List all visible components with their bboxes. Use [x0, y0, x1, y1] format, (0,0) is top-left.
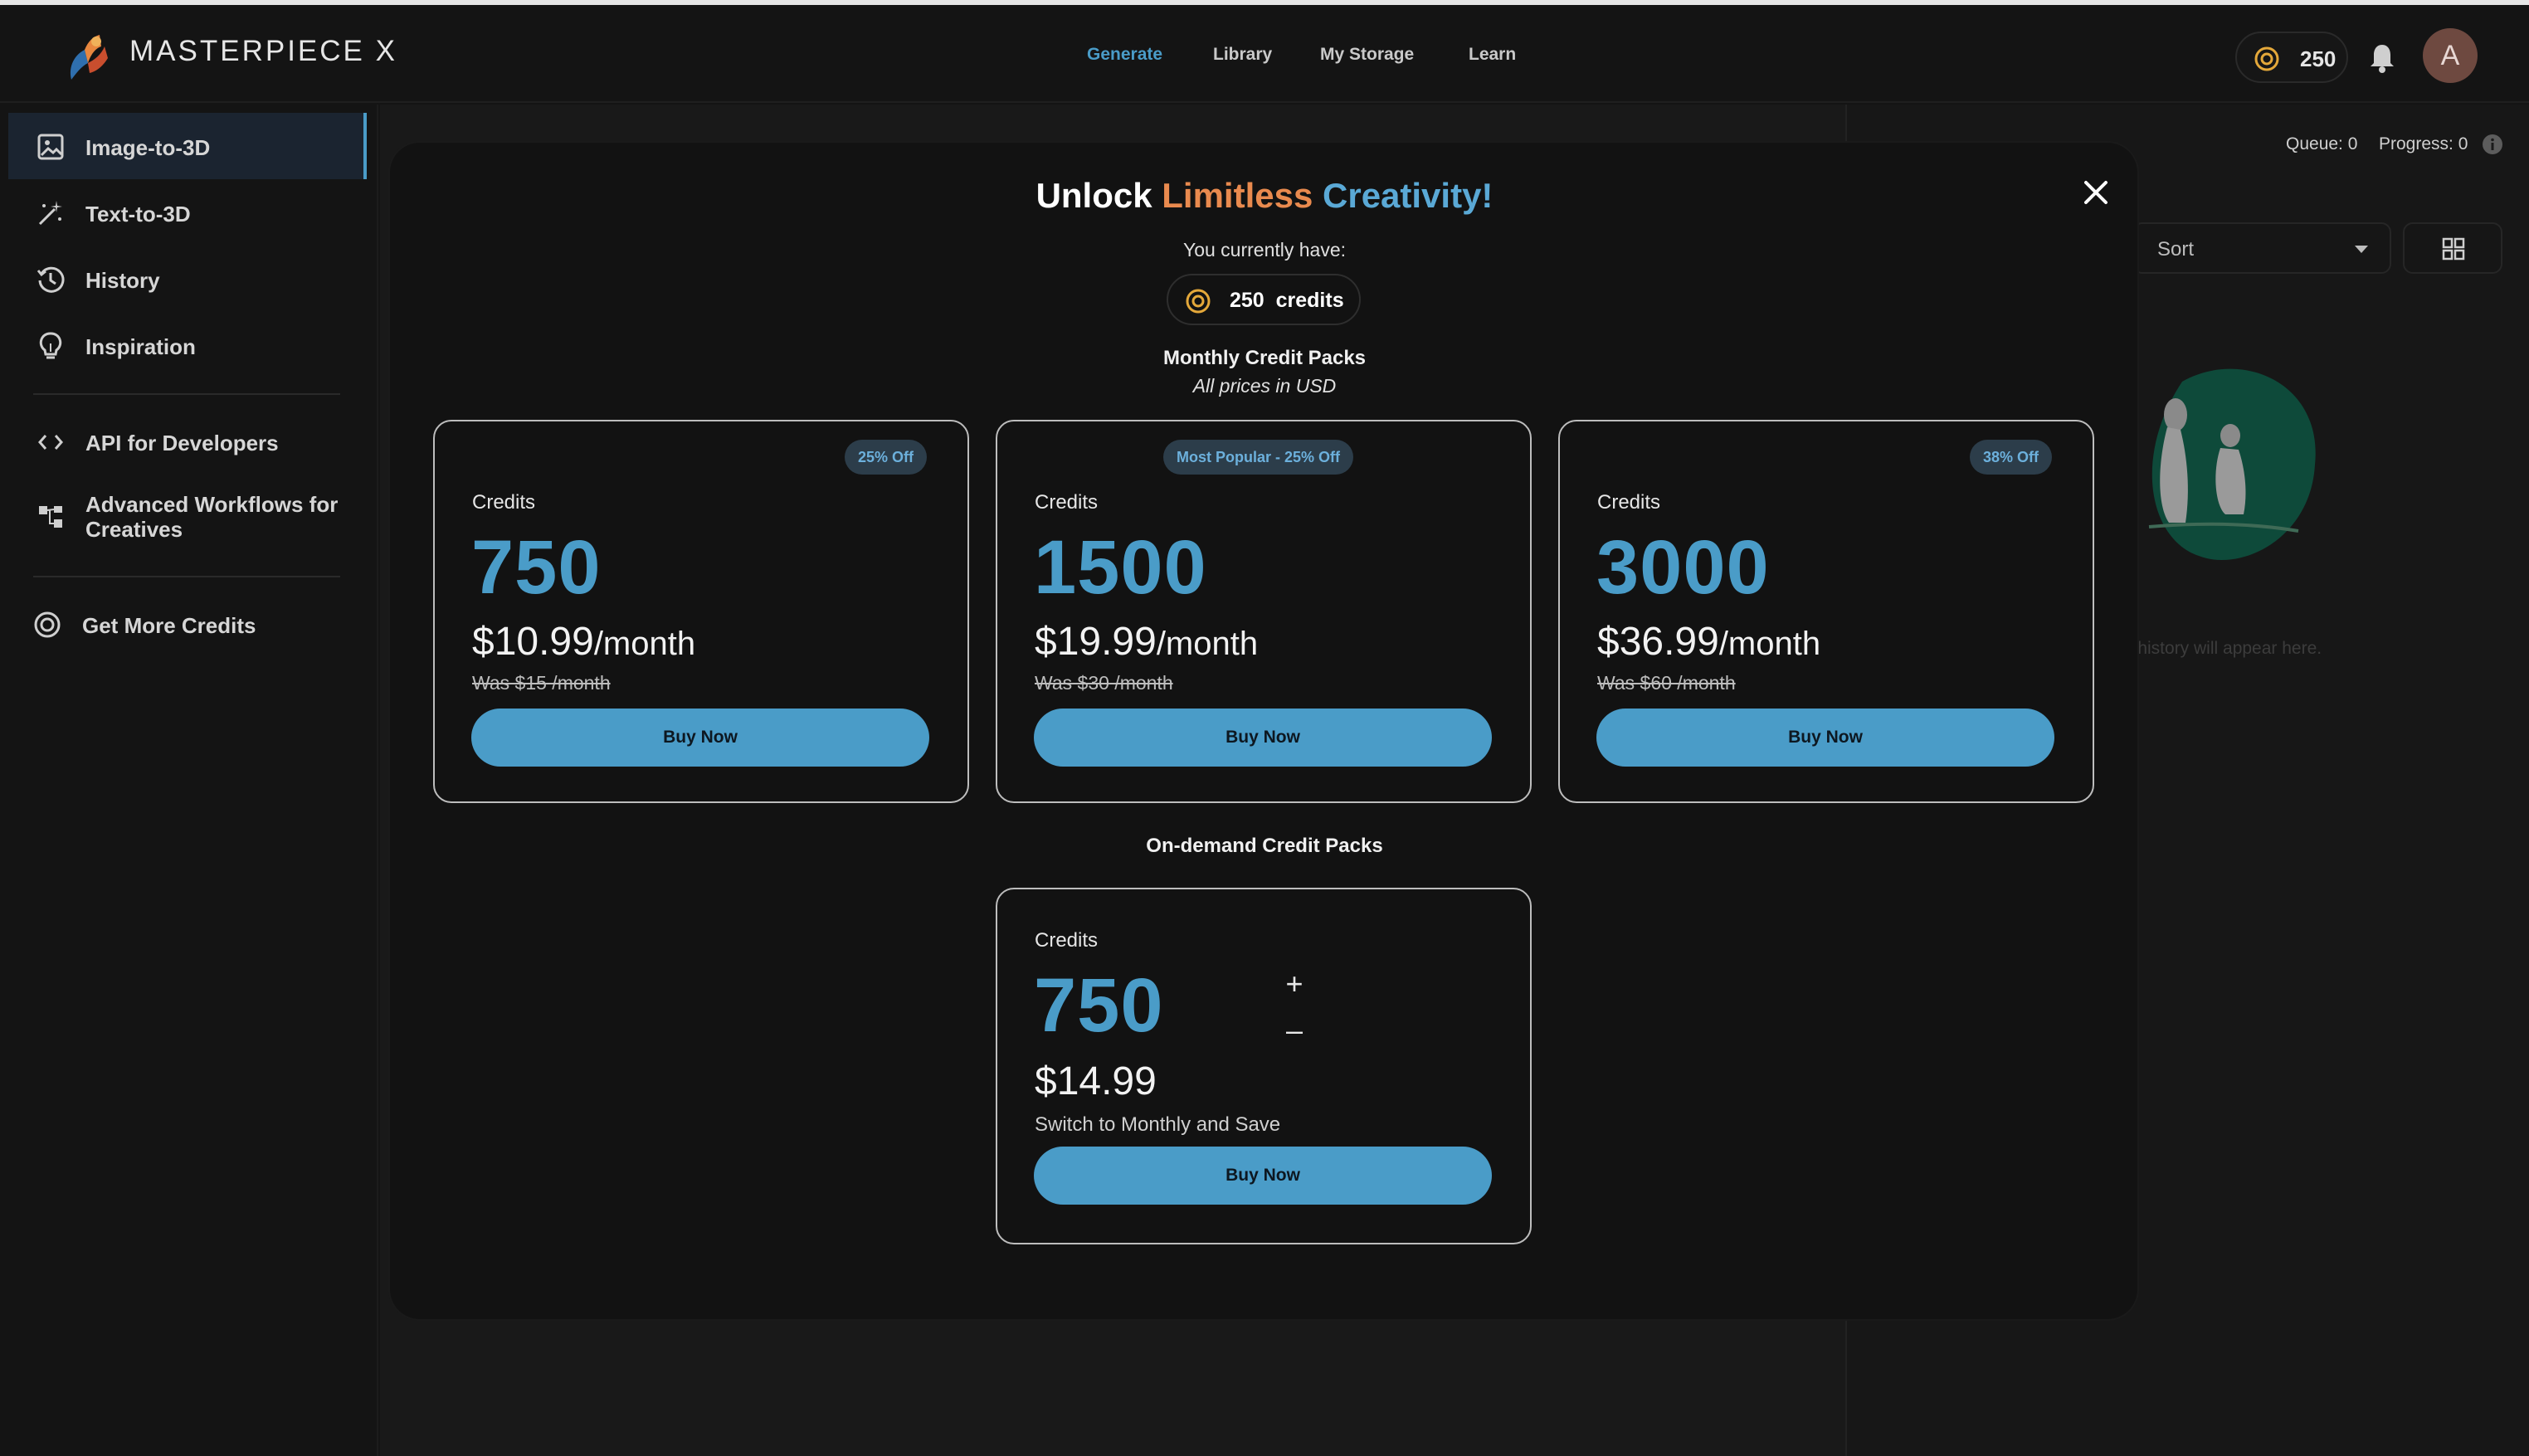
coin-icon — [34, 611, 61, 638]
buy-now-button[interactable]: Buy Now — [471, 709, 929, 767]
code-icon — [38, 435, 63, 450]
pack-price: $19.99/month — [1035, 620, 1259, 664]
monthly-pack-card: 25% Off Credits 750 $10.99/month Was $15… — [433, 420, 969, 803]
current-credits-value: 250 credits — [1230, 289, 1344, 312]
pack-credits-amount: 750 — [1034, 963, 1164, 1048]
title-part-unlock: Unlock — [1035, 176, 1162, 215]
coin-icon — [2254, 46, 2279, 71]
pack-price: $36.99/month — [1597, 620, 1821, 664]
progress-status: Progress: 0 — [2379, 134, 2468, 153]
sidebar-item-image-to-3d[interactable]: Image-to-3D — [8, 113, 367, 179]
buy-now-button[interactable]: Buy Now — [1034, 1147, 1492, 1205]
current-credits-label: You currently have: — [1182, 239, 1347, 261]
increase-credits-button[interactable]: + — [1278, 967, 1311, 1001]
pack-price: $14.99 — [1035, 1059, 1157, 1103]
switch-monthly-note: Switch to Monthly and Save — [1035, 1113, 1281, 1136]
title-part-creativity: Creativity! — [1313, 176, 1494, 215]
pack-credits-label: Credits — [1597, 491, 1661, 514]
discount-badge: 38% Off — [1970, 440, 2053, 475]
sidebar-item-api[interactable]: API for Developers — [8, 408, 367, 475]
pack-price: $10.99/month — [472, 620, 696, 664]
bell-icon[interactable] — [2369, 43, 2395, 73]
ondemand-packs-title: On-demand Credit Packs — [1146, 835, 1383, 857]
nav-learn[interactable]: Learn — [1469, 45, 1516, 65]
sidebar-item-label-line2: Creatives — [85, 517, 183, 542]
pack-credits-label: Credits — [1035, 491, 1099, 514]
monthly-pack-card: 38% Off Credits 3000 $36.99/month Was $6… — [1558, 420, 2094, 803]
nav-generate[interactable]: Generate — [1087, 45, 1162, 65]
buy-now-button[interactable]: Buy Now — [1034, 709, 1492, 767]
info-icon[interactable] — [2481, 133, 2504, 156]
buy-now-button[interactable]: Buy Now — [1596, 709, 2054, 767]
decrease-credits-button[interactable]: – — [1278, 1014, 1311, 1047]
sidebar-item-label: History — [85, 268, 160, 293]
monthly-pack-card: Most Popular - 25% Off Credits 1500 $19.… — [996, 420, 1532, 803]
title-part-limitless: Limitless — [1162, 176, 1313, 215]
monthly-packs-title: Monthly Credit Packs — [1162, 347, 1367, 369]
pack-credits-label: Credits — [472, 491, 536, 514]
pack-credits-amount: 750 — [471, 525, 602, 610]
current-credits-badge: 250 credits — [1167, 274, 1361, 325]
sidebar-item-advanced-workflows[interactable]: Advanced Workflows for Creatives — [8, 475, 367, 558]
empty-history-text: y history will appear here. — [2124, 639, 2322, 658]
sidebar-item-label: Get More Credits — [82, 613, 256, 638]
nav-my-storage[interactable]: My Storage — [1320, 45, 1414, 65]
user-avatar[interactable]: A — [2423, 28, 2478, 83]
image-icon — [37, 134, 64, 160]
ondemand-pack-card: Credits 750 + – $14.99 Switch to Monthly… — [996, 888, 1532, 1244]
pack-credits-label: Credits — [1035, 929, 1099, 952]
nav-library[interactable]: Library — [1213, 45, 1272, 65]
discount-badge: Most Popular - 25% Off — [1163, 440, 1354, 475]
prices-currency-note: All prices in USD — [1192, 375, 1337, 397]
discount-badge: 25% Off — [845, 440, 928, 475]
pack-credits-amount: 1500 — [1034, 525, 1207, 610]
queue-status: Queue: 0 — [2286, 134, 2358, 153]
sidebar: Image-to-3D Text-to-3D History Inspirati… — [0, 105, 378, 1456]
pack-credits-amount: 3000 — [1596, 525, 1770, 610]
history-icon — [37, 266, 65, 293]
header-credits-badge[interactable]: 250 — [2235, 32, 2348, 83]
top-header: MASTERPIECE X Generate Library My Storag… — [0, 5, 2529, 103]
pack-original-price: Was $30 /month — [1035, 672, 1173, 694]
pack-original-price: Was $15 /month — [472, 672, 611, 694]
coin-icon — [1186, 289, 1211, 314]
masterpiece-logo-icon[interactable] — [60, 30, 113, 83]
modal-title: Unlock Limitless Creativity! — [0, 176, 2529, 216]
sidebar-item-label: Image-to-3D — [85, 135, 211, 160]
header-credit-count: 250 — [2300, 46, 2337, 71]
sidebar-divider — [33, 576, 340, 577]
sidebar-item-get-more-credits[interactable]: Get More Credits — [8, 591, 367, 657]
brand-name[interactable]: MASTERPIECE X — [129, 35, 397, 68]
sidebar-item-label: Advanced Workflows for — [85, 492, 339, 517]
sidebar-item-label: API for Developers — [85, 431, 279, 455]
workflow-icon — [39, 506, 62, 528]
pack-original-price: Was $60 /month — [1597, 672, 1736, 694]
